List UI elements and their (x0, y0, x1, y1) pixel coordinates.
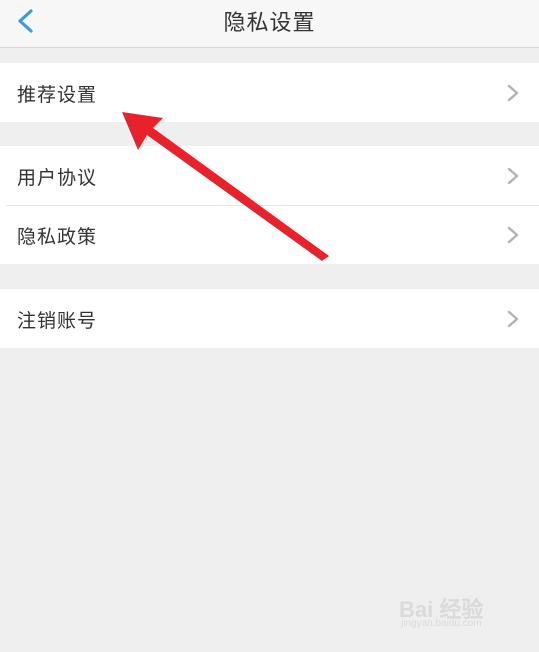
row-delete-account[interactable]: 注销账号 (0, 289, 539, 348)
row-label: 用户协议 (17, 167, 98, 189)
row-user-agreement[interactable]: 用户协议 (0, 146, 539, 205)
settings-group-recommend: 推荐设置 (0, 63, 539, 122)
row-label: 推荐设置 (17, 84, 98, 106)
nav-bar: 隐私设置 (0, 0, 539, 48)
chevron-right-icon (507, 310, 519, 328)
settings-group-legal: 用户协议 隐私政策 (0, 146, 539, 264)
row-label: 隐私政策 (17, 226, 98, 248)
chevron-right-icon (507, 84, 519, 102)
chevron-right-icon (507, 167, 519, 185)
settings-group-account: 注销账号 (0, 289, 539, 348)
row-label: 注销账号 (17, 310, 98, 332)
row-privacy-policy[interactable]: 隐私政策 (0, 205, 539, 264)
baidu-jingyan-watermark: Bai 经验 jingyan.baidu.com (399, 592, 509, 632)
page-title: 隐私设置 (223, 11, 316, 36)
row-recommend-settings[interactable]: 推荐设置 (0, 63, 539, 122)
chevron-right-icon (507, 226, 519, 244)
watermark-url: jingyan.baidu.com (401, 618, 482, 629)
privacy-settings-screen: 隐私设置 推荐设置 用户协议 隐私政策 注销账号 Bai 经验 jingyan.… (0, 0, 539, 652)
